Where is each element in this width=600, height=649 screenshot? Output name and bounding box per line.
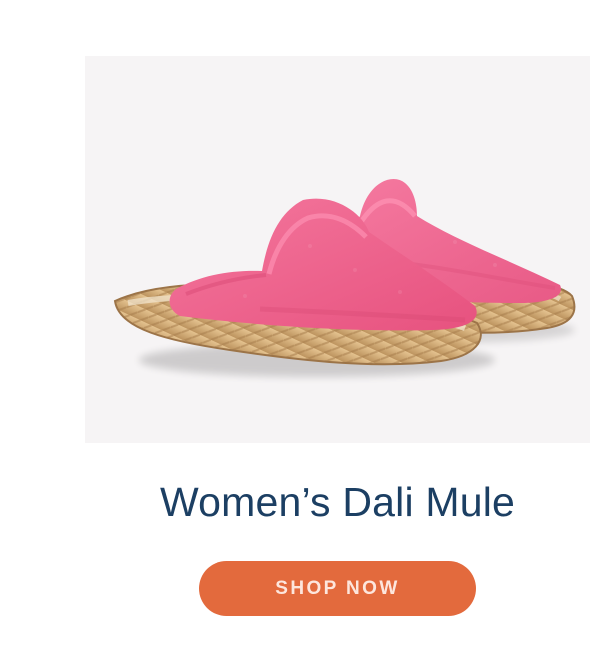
shop-now-button[interactable]: SHOP NOW — [199, 561, 476, 616]
product-image[interactable] — [85, 56, 590, 443]
product-title[interactable]: Women’s Dali Mule — [0, 474, 600, 530]
pink-espadrille-mule-pair-image — [113, 179, 576, 377]
